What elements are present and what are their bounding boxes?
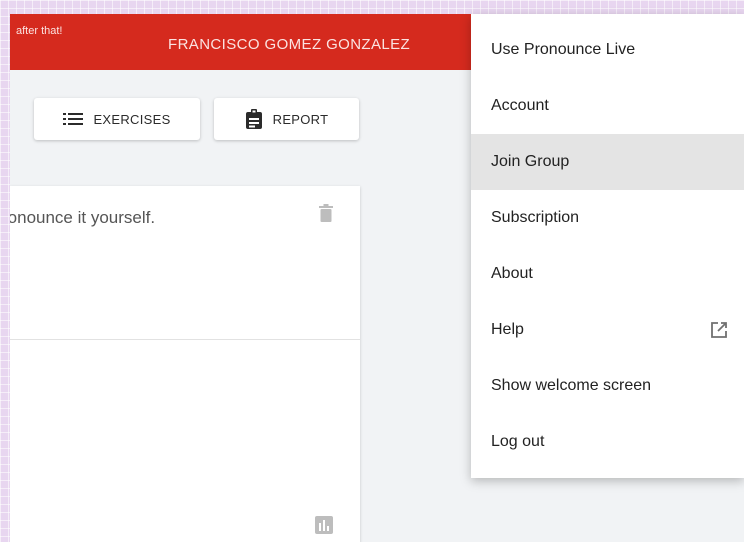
menu-item-log-out[interactable]: Log out [471,414,744,470]
menu-item-about[interactable]: About [471,246,744,302]
report-button-label: REPORT [272,111,329,127]
menu-item-show-welcome-screen[interactable]: Show welcome screen [471,358,744,414]
exercises-button[interactable]: EXERCISES [34,98,200,140]
report-button[interactable]: REPORT [214,98,359,140]
card-instruction-text: ronounce it yourself. [10,208,156,227]
bar-chart-icon[interactable] [315,516,333,534]
menu-item-help[interactable]: Help [471,302,744,358]
menu-item-label: Help [491,321,524,338]
menu-item-use-pronounce-live[interactable]: Use Pronounce Live [471,22,744,78]
menu-item-label: Log out [491,433,545,450]
menu-item-account[interactable]: Account [471,78,744,134]
card-divider [10,339,360,340]
user-name[interactable]: FRANCISCO GOMEZ GONZALEZ [168,36,410,53]
menu-item-label: Show welcome screen [491,377,652,394]
clipboard-icon [245,109,262,129]
exercises-button-label: EXERCISES [93,111,171,127]
menu-item-join-group[interactable]: Join Group [471,134,744,190]
menu-item-label: Account [491,97,549,114]
menu-item-label: Subscription [491,209,580,226]
menu-item-label: Use Pronounce Live [491,41,636,58]
menu-item-label: Join Group [491,153,570,170]
menu-item-subscription[interactable]: Subscription [471,190,744,246]
trash-icon[interactable] [319,204,333,222]
open-in-new-icon [711,322,727,338]
exercise-card: ronounce it yourself. [10,186,360,542]
list-icon [63,113,84,125]
menu-item-label: About [491,265,533,282]
header-tagline: after that! [16,25,63,37]
account-dropdown-menu: Use Pronounce Live Account Join Group Su… [471,14,744,478]
